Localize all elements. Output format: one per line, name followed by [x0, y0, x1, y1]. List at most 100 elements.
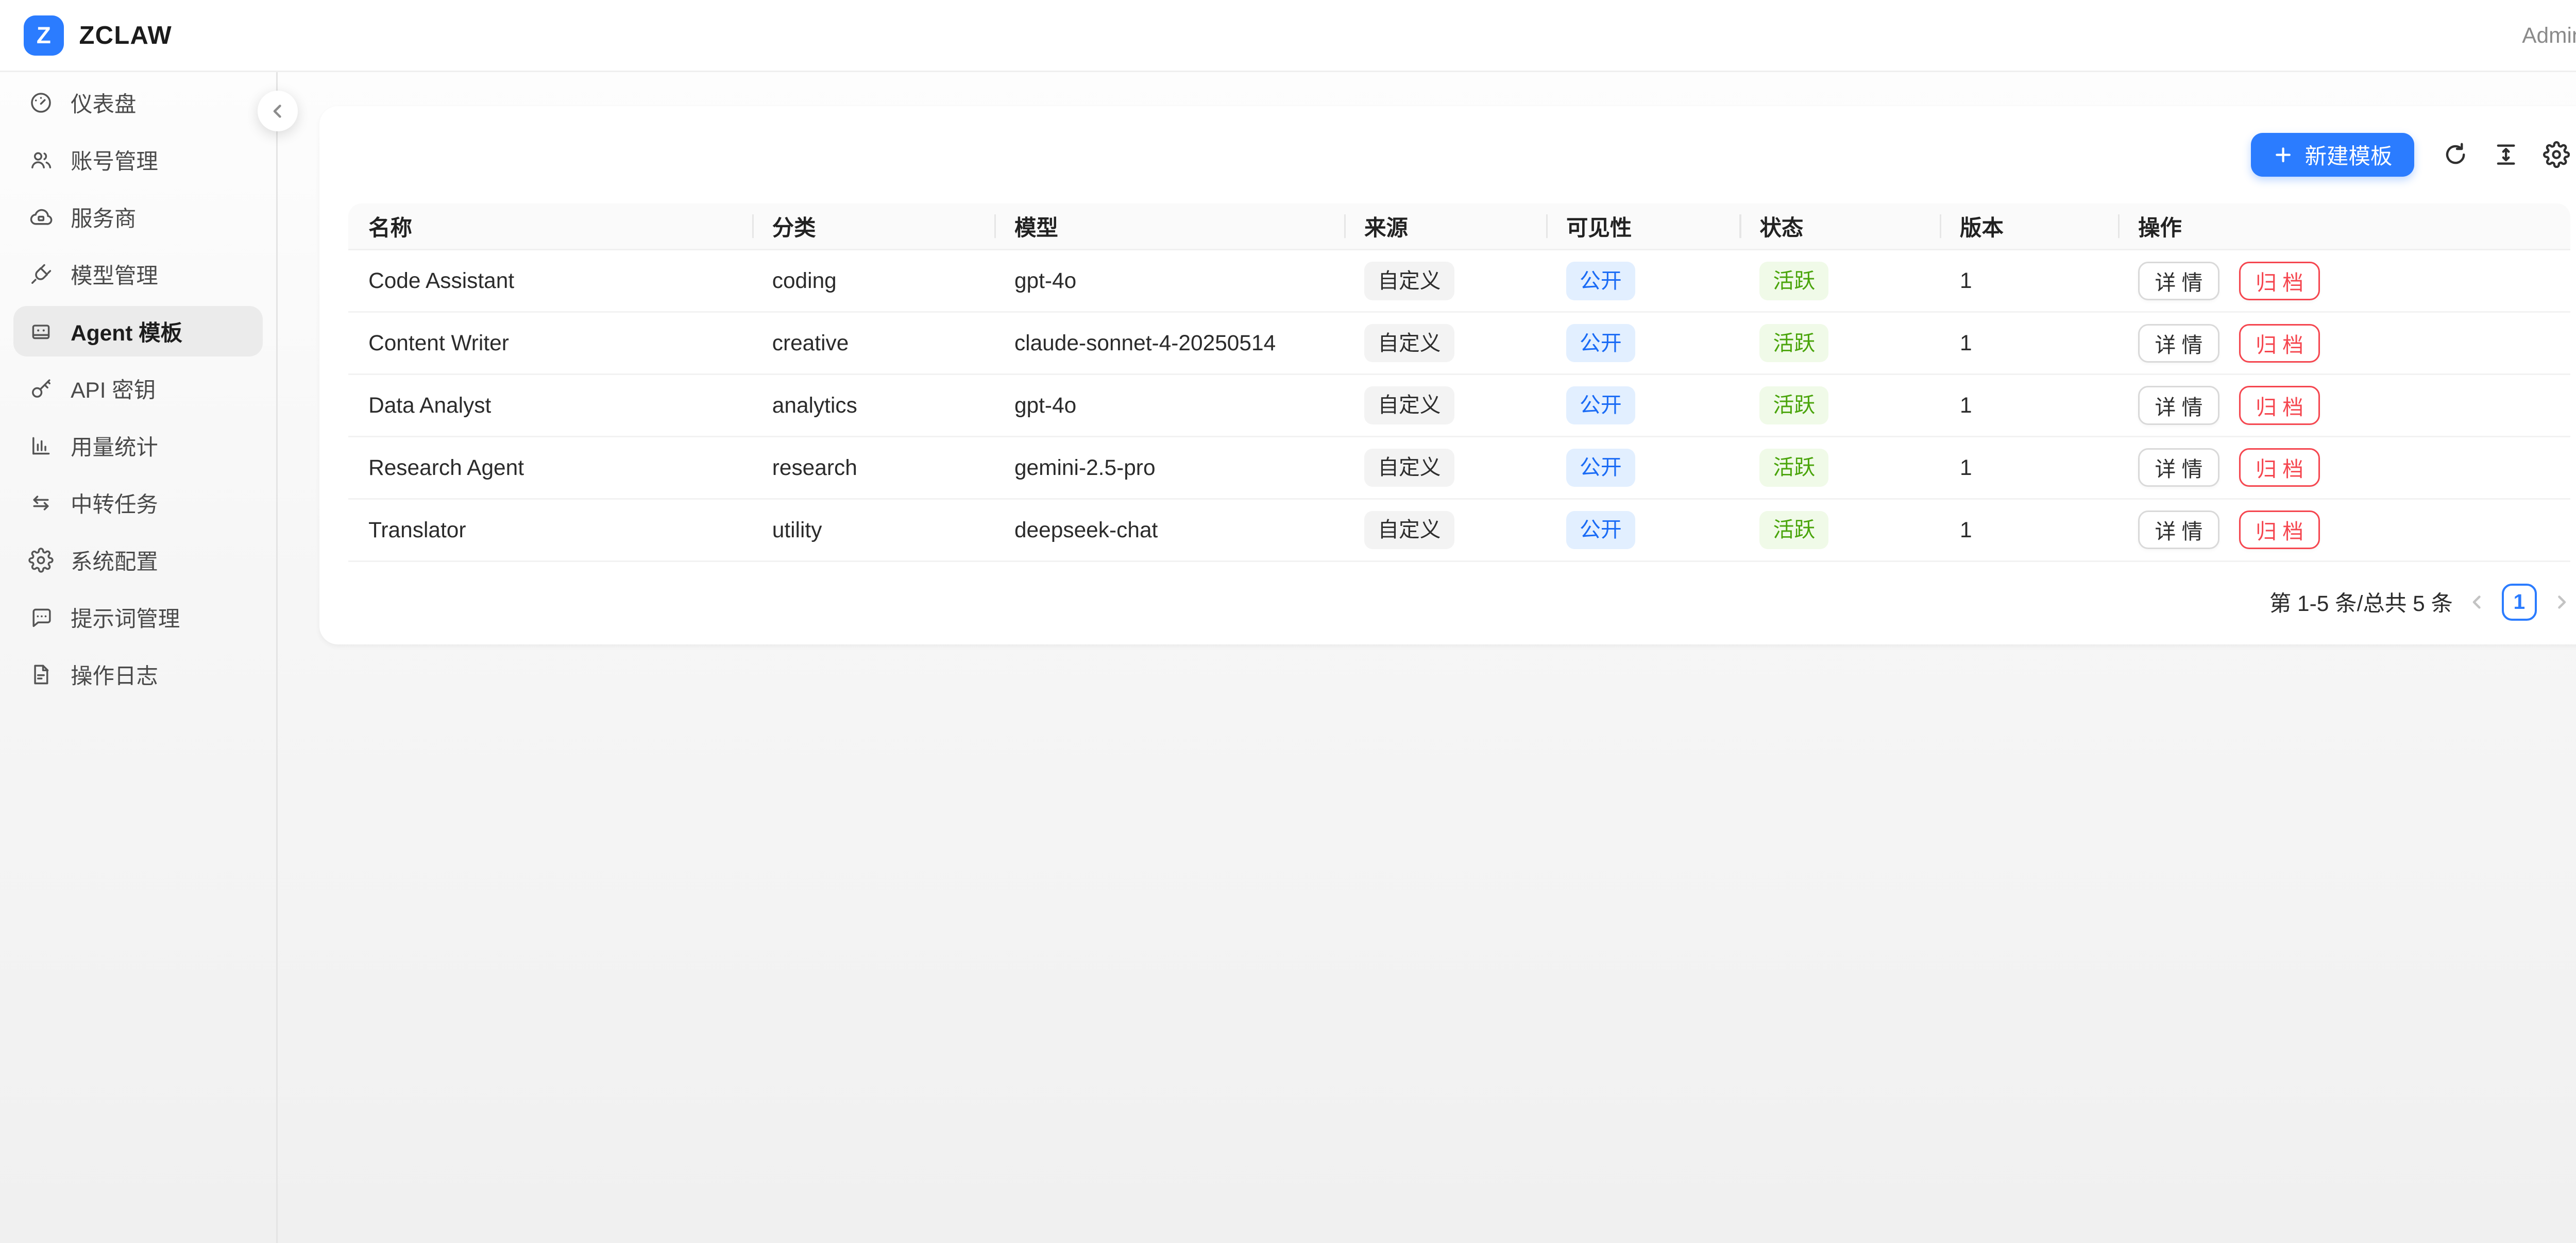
cell-source: 自定义 [1344, 375, 1546, 437]
sidebar-item-api-keys[interactable]: API 密钥 [13, 363, 263, 414]
cell-model: claude-sonnet-4-20250514 [994, 313, 1344, 375]
plug-icon [28, 262, 54, 287]
archive-button[interactable]: 归 档 [2239, 324, 2320, 363]
column-header: 可见性 [1546, 203, 1740, 250]
templates-table: 名称分类模型来源可见性状态版本操作 Code Assistant coding … [348, 203, 2571, 561]
sidebar-item-relay-tasks[interactable]: 中转任务 [13, 478, 263, 528]
prev-page-button[interactable] [2468, 593, 2486, 611]
sidebar-item-label: 操作日志 [71, 659, 158, 690]
sidebar-item-label: 模型管理 [71, 259, 158, 290]
sidebar-item-system-config[interactable]: 系统配置 [13, 535, 263, 585]
sidebar-item-providers[interactable]: 服务商 [13, 192, 263, 242]
archive-button[interactable]: 归 档 [2239, 386, 2320, 424]
cell-visibility: 公开 [1546, 375, 1740, 437]
cell-name: Translator [348, 500, 752, 562]
sidebar-item-dashboard[interactable]: 仪表盘 [13, 77, 263, 128]
archive-button[interactable]: 归 档 [2239, 262, 2320, 300]
table-header-row: 名称分类模型来源可见性状态版本操作 [348, 203, 2571, 250]
table-row: Code Assistant coding gpt-4o 自定义 公开 活跃 1… [348, 250, 2571, 313]
sidebar-item-label: API 密钥 [71, 373, 156, 404]
refresh-icon [2442, 141, 2469, 168]
cell-category: analytics [752, 375, 994, 437]
cell-source: 自定义 [1344, 313, 1546, 375]
density-button[interactable] [2492, 141, 2520, 169]
sidebar-collapse-button[interactable] [258, 91, 298, 131]
row-height-icon [2493, 141, 2519, 168]
cell-version: 1 [1940, 313, 2118, 375]
pagination-summary: 第 1-5 条/总共 5 条 [2269, 586, 2453, 618]
detail-button[interactable]: 详 情 [2138, 510, 2219, 549]
next-page-button[interactable] [2552, 593, 2571, 611]
visibility-badge: 公开 [1566, 262, 1635, 300]
create-template-label: 新建模板 [2305, 139, 2393, 171]
cell-visibility: 公开 [1546, 250, 1740, 313]
chevron-right-icon [2552, 593, 2571, 611]
document-icon [28, 662, 54, 687]
sidebar-item-usage-stats[interactable]: 用量统计 [13, 420, 263, 471]
settings-button[interactable] [2542, 141, 2571, 169]
sidebar-nav: 仪表盘账号管理服务商模型管理 Agent 模板 API 密钥用量统计中转任务系统配置… [13, 77, 263, 700]
chevron-left-icon [268, 102, 287, 121]
detail-button[interactable]: 详 情 [2138, 386, 2219, 424]
cell-source: 自定义 [1344, 250, 1546, 313]
user-menu[interactable]: Admin [2522, 23, 2576, 48]
users-icon [28, 147, 54, 173]
sidebar-item-label: 仪表盘 [71, 87, 136, 118]
column-header: 分类 [752, 203, 994, 250]
status-badge: 活跃 [1759, 449, 1828, 487]
status-badge: 活跃 [1759, 386, 1828, 424]
detail-button[interactable]: 详 情 [2138, 324, 2219, 363]
toolbar: 新建模板 [348, 133, 2571, 177]
archive-button[interactable]: 归 档 [2239, 448, 2320, 487]
brand-logo: Z [24, 15, 64, 56]
cell-version: 1 [1940, 375, 2118, 437]
cell-name: Content Writer [348, 313, 752, 375]
app-header: Z ZCLAW Admin [0, 0, 2576, 72]
cell-status: 活跃 [1739, 250, 1940, 313]
swap-icon [28, 490, 54, 516]
column-header: 模型 [994, 203, 1344, 250]
column-header: 操作 [2118, 203, 2570, 250]
sidebar-item-accounts[interactable]: 账号管理 [13, 134, 263, 185]
bar-chart-icon [28, 433, 54, 458]
sidebar-item-label: 提示词管理 [71, 602, 180, 633]
table-row: Research Agent research gemini-2.5-pro 自… [348, 437, 2571, 500]
table-row: Translator utility deepseek-chat 自定义 公开 … [348, 500, 2571, 562]
detail-button[interactable]: 详 情 [2138, 448, 2219, 487]
robot-icon [28, 319, 54, 344]
cell-actions: 详 情 归 档 [2118, 313, 2570, 375]
cell-visibility: 公开 [1546, 437, 1740, 500]
sidebar-item-label: Agent 模板 [71, 316, 182, 347]
sidebar-item-prompts[interactable]: 提示词管理 [13, 592, 263, 642]
sidebar-item-agent-templates[interactable]: Agent 模板 [13, 306, 263, 356]
cell-model: gemini-2.5-pro [994, 437, 1344, 500]
gear-icon [28, 548, 54, 573]
sidebar-item-label: 中转任务 [71, 487, 158, 519]
cell-category: coding [752, 250, 994, 313]
page-1-button[interactable]: 1 [2502, 584, 2537, 621]
sidebar-item-models[interactable]: 模型管理 [13, 249, 263, 299]
cell-version: 1 [1940, 500, 2118, 562]
column-header: 状态 [1739, 203, 1940, 250]
refresh-button[interactable] [2441, 141, 2470, 169]
cell-name: Data Analyst [348, 375, 752, 437]
chevron-left-icon [2468, 593, 2486, 611]
detail-button[interactable]: 详 情 [2138, 262, 2219, 300]
sidebar-item-label: 用量统计 [71, 430, 158, 462]
cell-source: 自定义 [1344, 437, 1546, 500]
dashboard-icon [28, 90, 54, 115]
cell-status: 活跃 [1739, 375, 1940, 437]
status-badge: 活跃 [1759, 511, 1828, 549]
archive-button[interactable]: 归 档 [2239, 510, 2320, 549]
cell-model: gpt-4o [994, 375, 1344, 437]
cell-model: gpt-4o [994, 250, 1344, 313]
cell-name: Research Agent [348, 437, 752, 500]
create-template-button[interactable]: 新建模板 [2251, 133, 2414, 177]
app: Z ZCLAW Admin 仪表盘账号管理服务商模型管理 Agent 模板 API … [0, 0, 2576, 1243]
pagination: 第 1-5 条/总共 5 条 1 [348, 584, 2571, 621]
cell-actions: 详 情 归 档 [2118, 437, 2570, 500]
cell-source: 自定义 [1344, 500, 1546, 562]
sidebar-item-operation-logs[interactable]: 操作日志 [13, 649, 263, 700]
sidebar: 仪表盘账号管理服务商模型管理 Agent 模板 API 密钥用量统计中转任务系统配置… [0, 72, 278, 1243]
main-content: 新建模板 [278, 72, 2576, 1243]
